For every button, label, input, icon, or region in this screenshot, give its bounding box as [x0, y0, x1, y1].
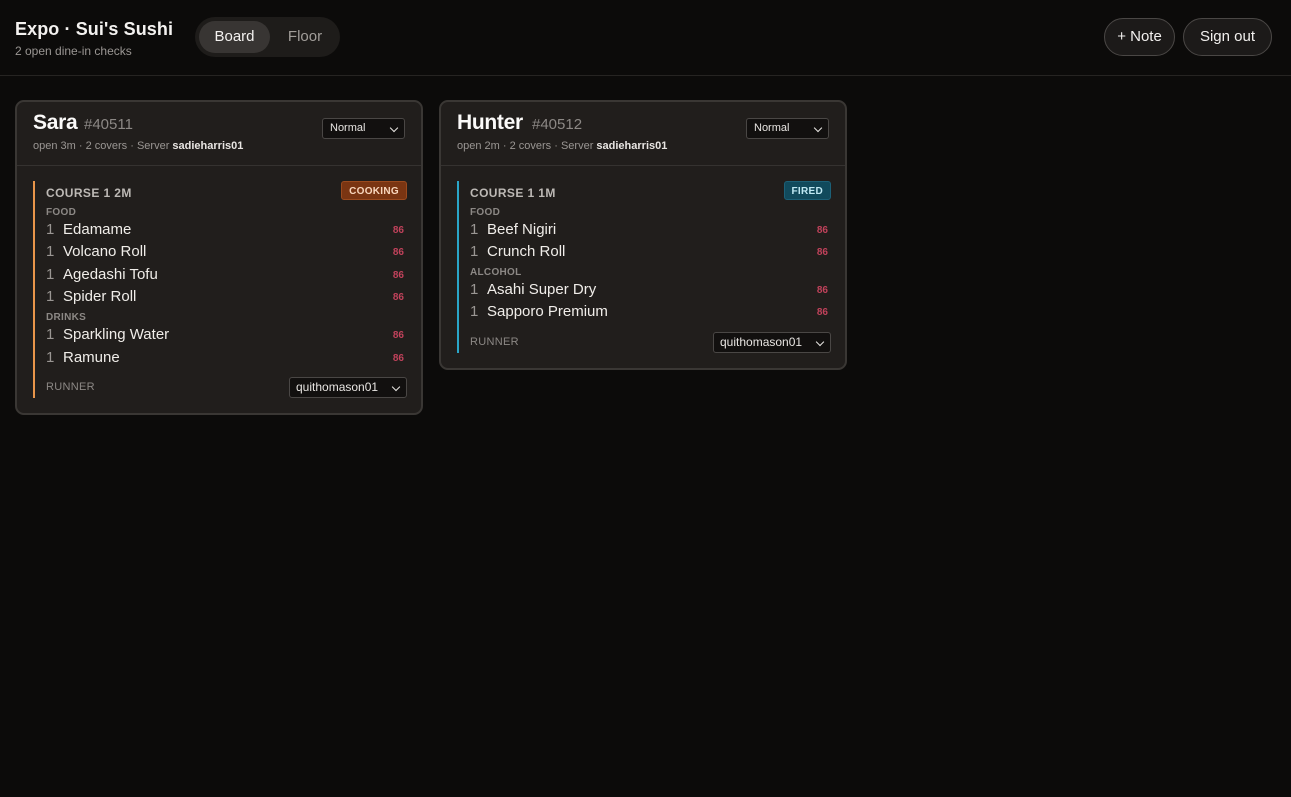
course-block: COURSE 1 1M FIRED FOOD 1 Beef Nigiri 86 …: [457, 181, 831, 353]
item-name: Beef Nigiri: [487, 221, 557, 238]
tab-floor[interactable]: Floor: [274, 21, 336, 53]
status-badge: FIRED: [783, 181, 831, 200]
line-item: 1 Agedashi Tofu 86: [46, 265, 409, 285]
chevron-down-icon: [389, 123, 399, 133]
guest-name: Sara: [33, 111, 78, 134]
item-name: Edamame: [63, 221, 132, 238]
check-meta: open 2m · 2 covers · Server sadieharris0…: [457, 140, 667, 152]
item-name: Ramune: [63, 349, 120, 366]
runner-value: quithomason01: [720, 335, 803, 349]
section-label-alcohol: ALCOHOL: [470, 267, 522, 278]
chevron-down-icon: [391, 382, 401, 392]
line-item: 1 Sparkling Water 86: [46, 325, 409, 345]
item-qty: 1: [46, 349, 55, 366]
server-name: sadieharris01: [172, 140, 244, 152]
tab-board[interactable]: Board: [199, 21, 270, 53]
sign-out-button[interactable]: Sign out: [1183, 18, 1272, 56]
line-item: 1 Beef Nigiri 86: [470, 220, 833, 240]
item-qty: 1: [470, 221, 479, 238]
eighty-six-button[interactable]: 86: [393, 353, 404, 364]
line-item: 1 Sapporo Premium 86: [470, 302, 833, 322]
runner-select[interactable]: quithomason01: [713, 332, 831, 353]
item-name: Asahi Super Dry: [487, 281, 597, 298]
item-name: Agedashi Tofu: [63, 266, 158, 283]
add-note-button[interactable]: + Note: [1104, 18, 1175, 56]
eighty-six-button[interactable]: 86: [393, 270, 404, 281]
line-item: 1 Ramune 86: [46, 348, 409, 368]
open-time: open 3m: [33, 140, 76, 152]
eighty-six-button[interactable]: 86: [817, 247, 828, 258]
item-qty: 1: [46, 288, 55, 305]
chevron-down-icon: [815, 337, 825, 347]
item-qty: 1: [46, 221, 55, 238]
line-item: 1 Asahi Super Dry 86: [470, 280, 833, 300]
line-item: 1 Spider Roll 86: [46, 287, 409, 307]
runner-value: quithomason01: [296, 380, 379, 394]
item-qty: 1: [46, 243, 55, 260]
open-checks-count: 2 open dine-in checks: [15, 44, 132, 58]
priority-select[interactable]: Normal: [746, 118, 829, 139]
check-header: Hunter #40512 open 2m · 2 covers · Serve…: [441, 102, 845, 166]
item-qty: 1: [46, 266, 55, 283]
item-name: Spider Roll: [63, 288, 137, 305]
open-time: open 2m: [457, 140, 500, 152]
runner-select[interactable]: quithomason01: [289, 377, 407, 398]
priority-value: Normal: [754, 122, 790, 134]
check-card: Hunter #40512 open 2m · 2 covers · Serve…: [439, 100, 847, 370]
runner-label: RUNNER: [46, 381, 95, 393]
priority-value: Normal: [330, 122, 366, 134]
page-title: Expo · Sui's Sushi: [15, 19, 174, 39]
line-item: 1 Volcano Roll 86: [46, 242, 409, 262]
eighty-six-button[interactable]: 86: [393, 330, 404, 341]
check-number: #40511: [84, 116, 133, 133]
status-badge: COOKING: [341, 181, 407, 200]
line-item: 1 Edamame 86: [46, 220, 409, 240]
eighty-six-button[interactable]: 86: [393, 292, 404, 303]
server-label: · Server: [554, 140, 594, 152]
item-name: Volcano Roll: [63, 243, 147, 260]
runner-label: RUNNER: [470, 336, 519, 348]
section-label-food: FOOD: [470, 207, 501, 218]
view-switcher: Board Floor: [195, 17, 340, 57]
item-name: Sapporo Premium: [487, 303, 608, 320]
priority-select[interactable]: Normal: [322, 118, 405, 139]
course-title: COURSE 1 2M: [46, 186, 132, 200]
eighty-six-button[interactable]: 86: [817, 225, 828, 236]
top-bar: Expo · Sui's Sushi 2 open dine-in checks…: [0, 0, 1291, 76]
item-qty: 1: [470, 243, 479, 260]
item-qty: 1: [46, 326, 55, 343]
section-label-drinks: DRINKS: [46, 312, 87, 323]
guest-name: Hunter: [457, 111, 523, 134]
eighty-six-button[interactable]: 86: [817, 307, 828, 318]
item-name: Sparkling Water: [63, 326, 170, 343]
check-meta: open 3m · 2 covers · Server sadieharris0…: [33, 140, 243, 152]
eighty-six-button[interactable]: 86: [393, 247, 404, 258]
server-name: sadieharris01: [596, 140, 668, 152]
covers: · 2 covers: [78, 140, 128, 152]
check-number: #40512: [532, 116, 583, 133]
section-label-food: FOOD: [46, 207, 77, 218]
item-qty: 1: [470, 303, 479, 320]
course-block: COURSE 1 2M COOKING FOOD 1 Edamame 86 1 …: [33, 181, 407, 398]
check-card: Sara #40511 open 3m · 2 covers · Server …: [15, 100, 423, 415]
line-item: 1 Crunch Roll 86: [470, 242, 833, 262]
chevron-down-icon: [813, 123, 823, 133]
server-label: · Server: [130, 140, 170, 152]
item-qty: 1: [470, 281, 479, 298]
check-header: Sara #40511 open 3m · 2 covers · Server …: [17, 102, 421, 166]
course-title: COURSE 1 1M: [470, 186, 556, 200]
covers: · 2 covers: [502, 140, 552, 152]
eighty-six-button[interactable]: 86: [817, 285, 828, 296]
eighty-six-button[interactable]: 86: [393, 225, 404, 236]
item-name: Crunch Roll: [487, 243, 566, 260]
